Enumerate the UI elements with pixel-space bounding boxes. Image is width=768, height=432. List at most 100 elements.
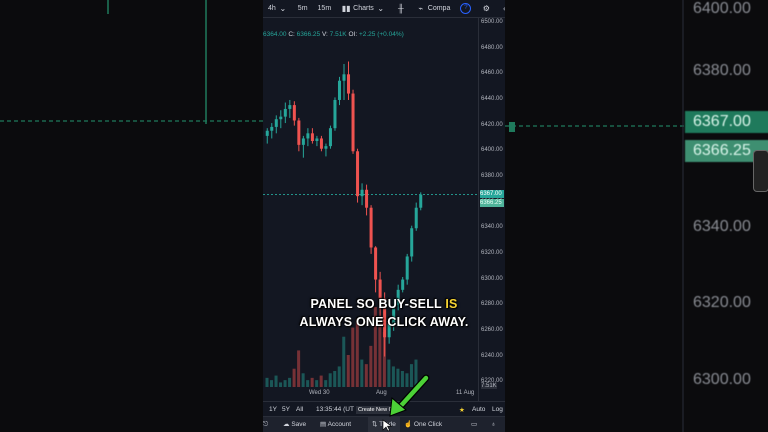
last-price-tag: 6367.00 (480, 189, 504, 198)
background-left-chart (0, 0, 263, 124)
background-left (0, 0, 263, 432)
price-tick: 6240.00 (481, 352, 503, 359)
candle-body (315, 138, 319, 142)
chart-toolbar: 4h ⌄ 5m 15m ▮▮ Charts ⌄ ╫ ⌁ Compa ? ⚙ ◈ … (263, 0, 505, 18)
volume-bar (342, 336, 346, 387)
compare-button[interactable]: ⌁ Compa (411, 0, 456, 17)
price-tick: 6320.00 (481, 249, 503, 256)
volume-bar (378, 323, 382, 387)
background-price-tag: 6367.00 (685, 111, 768, 133)
background-price: 6300.00 (693, 371, 751, 388)
one-click-label: One Click (413, 421, 443, 428)
price-tick: 6420.00 (481, 121, 503, 128)
background-price: 6340.00 (693, 218, 751, 235)
candle-body (283, 108, 287, 117)
candlestick-chart[interactable] (263, 17, 478, 401)
time-tick: 11 Aug (456, 390, 475, 396)
caption-highlight: IS (445, 297, 458, 311)
price-tick: 6500.00 (481, 19, 503, 25)
volume-bar (369, 345, 373, 387)
one-click-button[interactable]: ☝ One Click (404, 417, 442, 432)
volume-bar (337, 366, 341, 387)
volume-bar (328, 373, 332, 387)
price-tick: 6480.00 (481, 44, 503, 51)
log-scale-button[interactable]: Log (492, 406, 503, 413)
trade-bar: ⎋ ☁ Save ▤ Account ⇅ Trade ☝ One Click ▭… (263, 416, 505, 432)
candle-body (378, 279, 382, 299)
close-price-tag: 6366.25 (480, 198, 504, 207)
price-axis[interactable]: 6500.00 6480.00 6460.00 6440.00 6420.00 6400.… (478, 17, 505, 401)
candle-body (328, 128, 332, 147)
volume-bar (333, 371, 337, 387)
snapshot-icon[interactable]: ⎋ (263, 417, 268, 432)
trade-label: Trade (379, 421, 396, 428)
volume-bar (346, 355, 350, 387)
candle-body (319, 138, 323, 149)
candle-body (297, 120, 301, 145)
volume-bar (409, 364, 413, 387)
candle-body (369, 207, 373, 248)
candle-body (310, 133, 314, 142)
settings-button[interactable]: ⚙ (476, 0, 496, 17)
price-tick: 6300.00 (481, 275, 503, 282)
trade-button[interactable]: ⇅ Trade (368, 417, 400, 432)
range-1y-button[interactable]: 1Y (269, 406, 277, 413)
layers-button[interactable]: ◈ (496, 0, 505, 17)
candle-body (360, 189, 364, 197)
price-tick: 6400.00 (481, 147, 503, 154)
charts-menu-button[interactable]: ▮▮ Charts ⌄ (336, 0, 391, 17)
help-button[interactable]: ? (455, 0, 476, 17)
candle-body (292, 105, 296, 121)
scroll-handle[interactable] (753, 150, 768, 192)
caption-line-2: ALWAYS ONE CLICK AWAY. (299, 315, 469, 329)
star-icon[interactable]: ★ (459, 406, 465, 414)
gear-icon: ⚙ (482, 3, 490, 13)
candle-body (405, 256, 409, 280)
candle-body (274, 119, 278, 127)
chart-panel: 4h ⌄ 5m 15m ▮▮ Charts ⌄ ╫ ⌁ Compa ? ⚙ ◈ … (263, 0, 505, 432)
save-label: Save (291, 421, 307, 428)
interval-5m-button[interactable]: 5m (293, 0, 313, 17)
background-right: 6400.00 6380.00 6367.00 6366.25 6340.00 … (505, 0, 768, 432)
volume-bar (387, 359, 391, 387)
volume-bar (405, 373, 409, 387)
volume-bar (351, 327, 355, 387)
range-5y-button[interactable]: 5Y (282, 406, 290, 413)
layers-icon: ◈ (501, 4, 505, 14)
interval-label: 4h (268, 5, 276, 12)
volume-bar (396, 368, 400, 387)
volume-bar (391, 366, 395, 387)
candle-body (265, 130, 269, 136)
chart-type-button[interactable]: ╫ (391, 0, 411, 17)
candle-body (419, 194, 423, 208)
price-tick: 6380.00 (481, 172, 503, 179)
interval-selector[interactable]: 4h ⌄ (263, 0, 293, 17)
help-icon: ? (460, 3, 472, 14)
background-price: 6380.00 (693, 62, 751, 79)
charts-label: Charts (353, 5, 374, 12)
save-button[interactable]: ☁ Save (283, 417, 306, 432)
price-tick: 6440.00 (481, 95, 503, 102)
time-tick: Wed 30 (309, 390, 330, 396)
volume-bar (360, 359, 364, 387)
volume-tag: 7.51K (481, 383, 497, 389)
hand-icon: ☝ (404, 421, 413, 428)
price-tick: 6460.00 (481, 70, 503, 77)
clock-readout[interactable]: 13:35:44 (UT (316, 406, 354, 413)
candle-body (347, 74, 351, 94)
auto-scale-button[interactable]: Auto (472, 406, 485, 413)
candle-body (374, 247, 378, 280)
keyboard-icon[interactable]: ▭ (471, 417, 477, 432)
candle-body (301, 138, 305, 145)
account-button[interactable]: ▤ Account (320, 417, 351, 432)
candle-body (306, 133, 310, 139)
background-price: 6400.00 (693, 0, 751, 17)
lightbulb-icon[interactable]: ♁ (491, 417, 496, 432)
time-axis[interactable]: Wed 30 Aug 11 Aug (263, 386, 478, 401)
interval-15m-button[interactable]: 15m (313, 0, 337, 17)
range-all-button[interactable]: All (296, 406, 303, 413)
candle-body (288, 105, 292, 109)
account-label: Account (327, 421, 352, 428)
price-tick: 6340.00 (481, 224, 503, 231)
candle-body (337, 80, 341, 100)
